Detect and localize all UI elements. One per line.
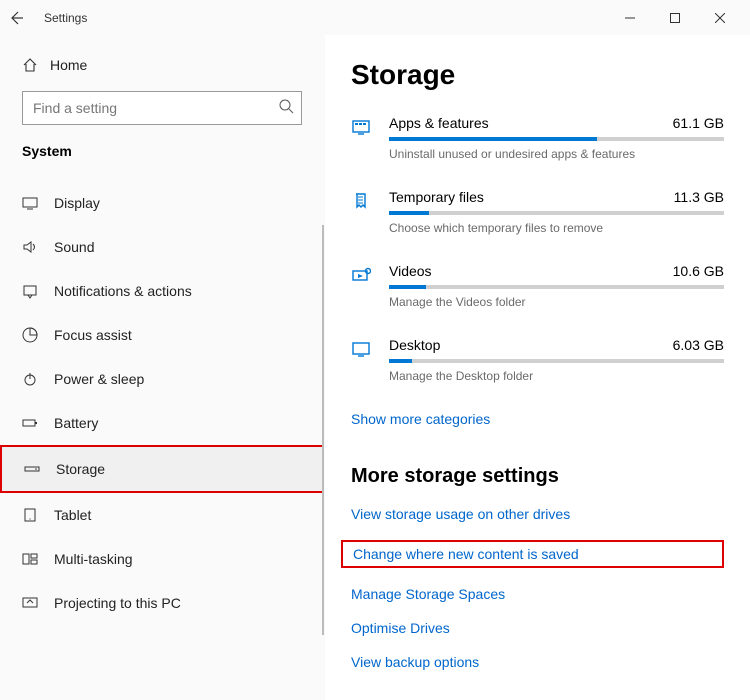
sidebar-item-display[interactable]: Display [0, 181, 324, 225]
minimize-button[interactable] [607, 3, 652, 33]
category-desc: Manage the Videos folder [389, 295, 724, 309]
more-settings-links: View storage usage on other drivesChange… [351, 506, 724, 670]
sidebar-item-tablet[interactable]: Tablet [0, 493, 324, 537]
storage-category[interactable]: Apps & features 61.1 GB Uninstall unused o… [351, 115, 724, 161]
sidebar-item-projecting[interactable]: Projecting to this PC [0, 581, 324, 625]
category-name: Desktop [389, 337, 440, 353]
tablet-icon [22, 507, 54, 523]
usage-bar [389, 359, 724, 363]
category-desc: Uninstall unused or undesired apps & fea… [389, 147, 724, 161]
back-button[interactable] [8, 10, 40, 26]
usage-bar [389, 137, 724, 141]
storage-link[interactable]: Optimise Drives [351, 620, 724, 636]
search-input[interactable] [22, 91, 302, 125]
category-icon [351, 115, 389, 137]
arrow-left-icon [8, 10, 24, 26]
category-size: 61.1 GB [673, 115, 724, 131]
search-box[interactable] [22, 91, 302, 125]
display-icon [22, 195, 54, 211]
projecting-icon [22, 595, 54, 611]
usage-bar [389, 211, 724, 215]
category-icon [351, 263, 389, 285]
page-title: Storage [351, 59, 724, 91]
category-size: 11.3 GB [674, 189, 724, 205]
search-icon [278, 98, 294, 114]
storage-icon [24, 461, 56, 477]
battery-icon [22, 415, 54, 431]
focus-icon [22, 327, 54, 343]
category-size: 6.03 GB [673, 337, 724, 353]
sidebar-item-label: Multi-tasking [54, 551, 133, 567]
maximize-icon [670, 13, 680, 23]
sidebar-item-label: Storage [56, 461, 105, 477]
sidebar-item-label: Battery [54, 415, 98, 431]
storage-category[interactable]: Temporary files 11.3 GB Choose which tempo… [351, 189, 724, 235]
notifications-icon [22, 283, 54, 299]
sidebar-item-label: Focus assist [54, 327, 132, 343]
category-name: Videos [389, 263, 432, 279]
sidebar-item-power[interactable]: Power & sleep [0, 357, 324, 401]
window-title: Settings [40, 11, 607, 25]
maximize-button[interactable] [652, 3, 697, 33]
category-desc: Manage the Desktop folder [389, 369, 724, 383]
sidebar-item-focus[interactable]: Focus assist [0, 313, 324, 357]
sidebar-item-storage[interactable]: Storage [0, 445, 324, 493]
category-icon [351, 337, 389, 359]
show-more-categories-link[interactable]: Show more categories [351, 411, 490, 427]
close-button[interactable] [697, 3, 742, 33]
category-name: Temporary files [389, 189, 484, 205]
power-icon [22, 371, 54, 387]
sidebar: Home System Display Sound Notifications … [0, 35, 325, 700]
sidebar-item-sound[interactable]: Sound [0, 225, 324, 269]
sidebar-item-label: Display [54, 195, 100, 211]
minimize-icon [625, 13, 635, 23]
more-settings-heading: More storage settings [351, 465, 724, 488]
nav-list: Display Sound Notifications & actions Fo… [0, 181, 324, 625]
sidebar-item-label: Notifications & actions [54, 283, 192, 299]
storage-link[interactable]: Manage Storage Spaces [351, 586, 724, 602]
sound-icon [22, 239, 54, 255]
home-icon [22, 57, 50, 73]
sidebar-item-label: Tablet [54, 507, 91, 523]
multitasking-icon [22, 551, 54, 567]
sidebar-item-label: Power & sleep [54, 371, 144, 387]
category-name: Apps & features [389, 115, 489, 131]
home-label: Home [50, 57, 87, 73]
home-button[interactable]: Home [0, 47, 324, 83]
sidebar-item-label: Projecting to this PC [54, 595, 181, 611]
storage-category[interactable]: Desktop 6.03 GB Manage the Desktop folder [351, 337, 724, 383]
section-label: System [0, 143, 324, 169]
storage-link[interactable]: View storage usage on other drives [351, 506, 724, 522]
sidebar-item-multitasking[interactable]: Multi-tasking [0, 537, 324, 581]
sidebar-item-notifications[interactable]: Notifications & actions [0, 269, 324, 313]
storage-link[interactable]: Change where new content is saved [341, 540, 724, 568]
storage-link[interactable]: View backup options [351, 654, 724, 670]
storage-category[interactable]: Videos 10.6 GB Manage the Videos folder [351, 263, 724, 309]
category-icon [351, 189, 389, 211]
category-desc: Choose which temporary files to remove [389, 221, 724, 235]
sidebar-scrollbar[interactable] [322, 225, 324, 635]
main-panel: Storage Apps & features 61.1 GB Uninstall … [325, 35, 750, 700]
sidebar-item-battery[interactable]: Battery [0, 401, 324, 445]
close-icon [715, 13, 725, 23]
sidebar-item-label: Sound [54, 239, 94, 255]
storage-category-list: Apps & features 61.1 GB Uninstall unused o… [351, 115, 724, 383]
title-bar: Settings [0, 0, 750, 35]
usage-bar [389, 285, 724, 289]
category-size: 10.6 GB [673, 263, 724, 279]
